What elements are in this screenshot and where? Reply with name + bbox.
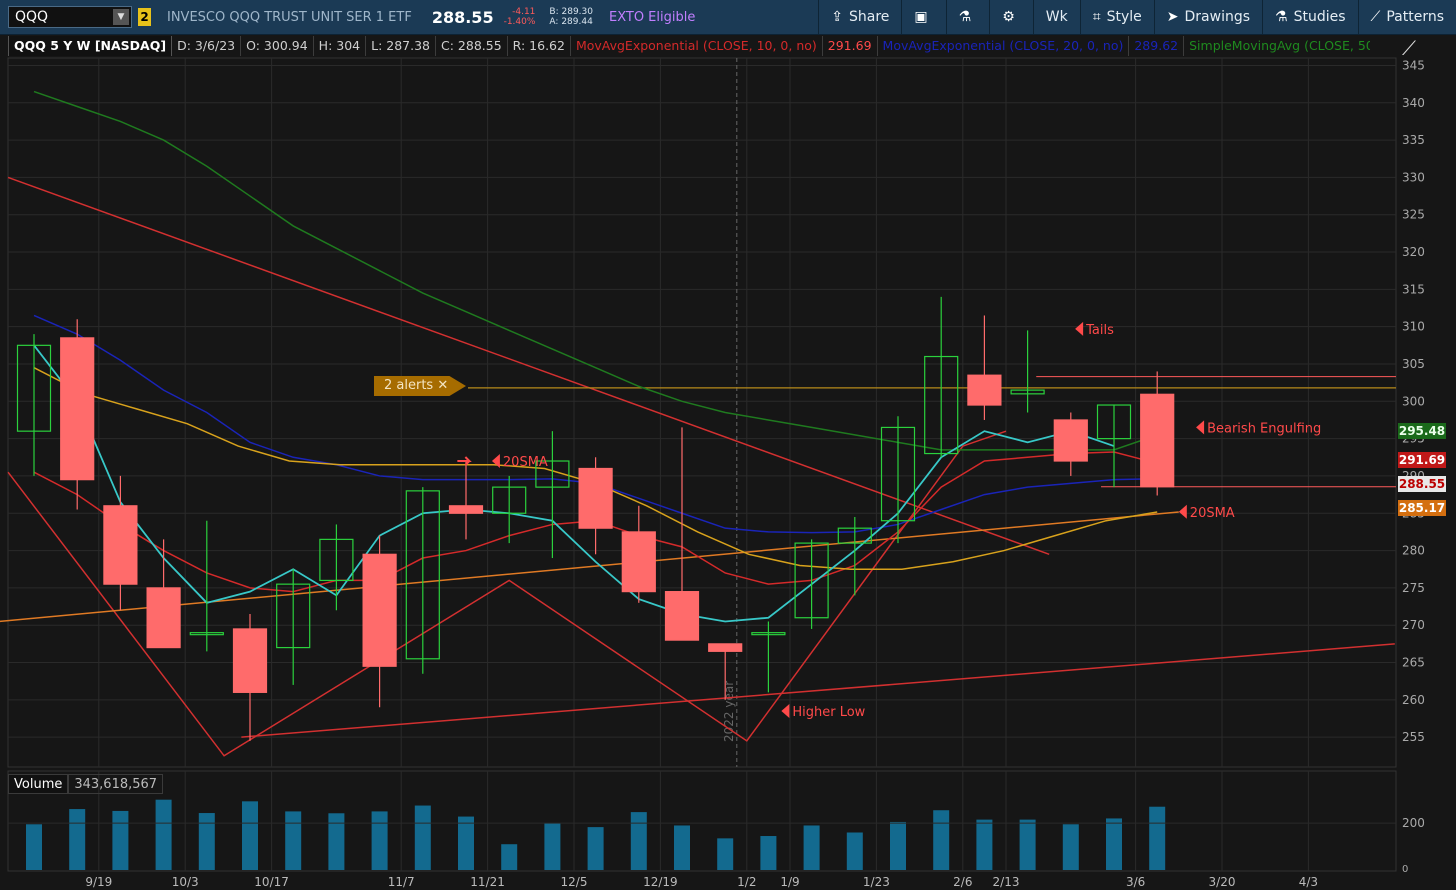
x-tick-label: 10/17	[254, 875, 289, 889]
x-tick-label: 11/21	[470, 875, 505, 889]
volume-bar	[155, 799, 172, 870]
volume-bar	[1062, 824, 1079, 870]
volume-bar	[1106, 818, 1122, 870]
volume-bar	[26, 824, 42, 870]
y-tick-label: 275	[1402, 581, 1425, 595]
volume-header: Volume 343,618,567	[8, 774, 164, 794]
annotation-label: 20SMA	[503, 455, 548, 470]
price-tag-sma20: 285.17	[1398, 500, 1446, 516]
volume-bar	[69, 809, 86, 870]
y-tick-label: 330	[1402, 170, 1425, 184]
x-tick-label: 1/23	[863, 875, 890, 889]
y-tick-label: 260	[1402, 693, 1425, 707]
candle-body	[448, 505, 484, 514]
volume-panel	[7, 770, 1397, 872]
candle-body	[708, 643, 743, 652]
volume-bar	[242, 801, 258, 870]
x-tick-label: 1/9	[780, 875, 799, 889]
x-tick-label: 12/19	[643, 875, 678, 889]
candle-body	[1140, 393, 1175, 488]
x-tick-label: 3/20	[1209, 875, 1236, 889]
annotation-label: Higher Low	[792, 705, 865, 720]
volume-bar	[458, 816, 474, 870]
volume-bar	[198, 813, 215, 870]
price-tag-ema10: 291.69	[1398, 452, 1446, 468]
volume-bar	[717, 838, 734, 870]
x-tick-label: 4/3	[1299, 875, 1318, 889]
volume-bar	[674, 825, 690, 870]
volume-bar	[803, 825, 820, 870]
volume-bar	[328, 813, 345, 870]
volume-bar	[976, 819, 993, 870]
candle-body	[621, 531, 656, 593]
volume-tick-label: 200	[1402, 816, 1425, 830]
volume-bar	[1019, 819, 1036, 870]
volume-bar	[933, 810, 950, 870]
x-tick-label: 3/6	[1126, 875, 1145, 889]
y-tick-label: 335	[1402, 133, 1425, 147]
y-tick-label: 255	[1402, 730, 1425, 744]
volume-bar	[501, 844, 518, 870]
volume-value: 343,618,567	[68, 774, 164, 794]
x-tick-label: 2/13	[993, 875, 1020, 889]
x-tick-label: 2/6	[953, 875, 972, 889]
x-tick-label: 10/3	[172, 875, 199, 889]
candle-body	[1053, 419, 1088, 462]
candle-body	[362, 553, 397, 667]
y-tick-label: 345	[1402, 58, 1425, 72]
candle-body	[60, 337, 95, 481]
x-tick-label: 11/7	[388, 875, 415, 889]
candle-body	[146, 587, 181, 649]
volume-bar	[890, 821, 906, 870]
y-tick-label: 310	[1402, 320, 1425, 334]
volume-bar	[1149, 806, 1166, 870]
x-tick-label: 12/5	[561, 875, 588, 889]
annotation-label: Tails	[1085, 323, 1114, 338]
annotation-label: 20SMA	[1190, 506, 1235, 521]
candle-body	[103, 505, 138, 585]
price-chart[interactable]: 3453403353303253203153103053002952902852…	[0, 0, 1456, 890]
volume-bar	[285, 811, 302, 870]
volume-bar	[760, 836, 777, 870]
volume-bar	[544, 823, 561, 870]
x-tick-label: 1/2	[737, 875, 756, 889]
volume-bar	[630, 812, 647, 870]
y-tick-label: 280	[1402, 544, 1425, 558]
y-tick-label: 340	[1402, 96, 1425, 110]
volume-label[interactable]: Volume	[8, 774, 69, 794]
y-tick-label: 305	[1402, 357, 1425, 371]
y-tick-label: 300	[1402, 394, 1425, 408]
price-tag-sma50: 295.48	[1398, 423, 1446, 439]
y-tick-label: 270	[1402, 618, 1425, 632]
y-tick-label: 320	[1402, 245, 1425, 259]
y-tick-label: 265	[1402, 656, 1425, 670]
y-tick-label: 315	[1402, 282, 1425, 296]
candle-body	[232, 628, 268, 693]
volume-bar	[414, 805, 431, 870]
volume-bar	[371, 811, 388, 870]
candle-body	[967, 374, 1002, 406]
price-tag-last: 288.55	[1398, 476, 1446, 492]
x-tick-label: 9/19	[85, 875, 112, 889]
alerts-badge[interactable]: 2 alerts ✕	[374, 376, 466, 396]
y-tick-label: 325	[1402, 208, 1425, 222]
volume-bar	[587, 827, 604, 870]
candle-body	[578, 467, 613, 529]
annotation-label: Bearish Engulfing	[1207, 421, 1321, 436]
volume-bar	[112, 810, 129, 870]
volume-tick-label: 0	[1402, 864, 1408, 875]
candle-body	[664, 591, 700, 641]
volume-bar	[846, 832, 863, 870]
